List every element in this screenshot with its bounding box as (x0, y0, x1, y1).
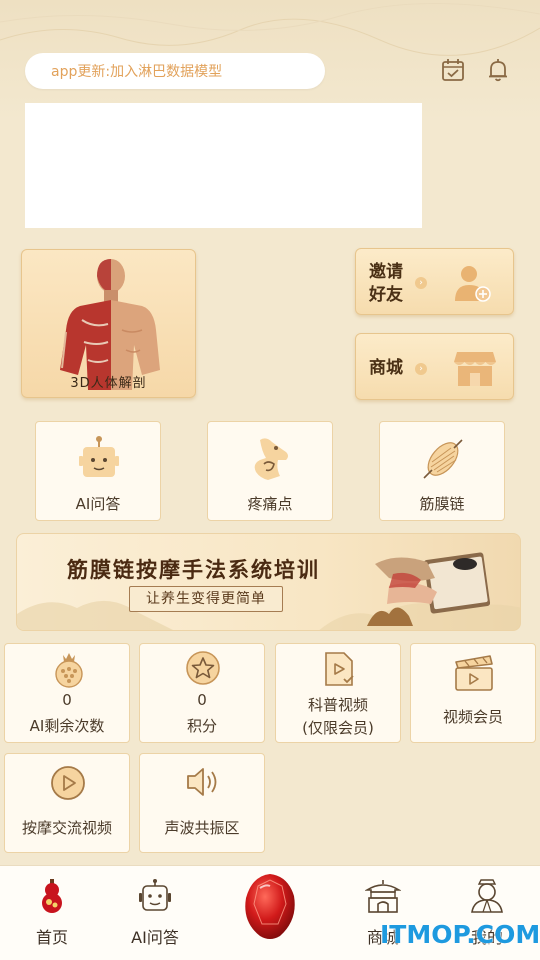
ai-remaining-card[interactable]: 0 AI剩余次数 (4, 643, 130, 743)
fascia-chain-card[interactable]: 筋膜链 (379, 421, 505, 521)
pain-point-body-icon (254, 438, 288, 480)
invite-friends-tile[interactable]: 邀请 好友 › (355, 248, 514, 315)
video-membership-label: 视频会员 (442, 708, 503, 726)
muscle-fiber-icon (423, 439, 463, 479)
robot-icon (79, 436, 119, 477)
chevron-right-icon: › (415, 277, 427, 289)
anatomy-label: 3D人体解剖 (70, 376, 147, 391)
search-placeholder: app更新:加入淋巴数据模型 (51, 64, 223, 80)
massage-video-card[interactable]: 按摩交流视频 (4, 753, 130, 853)
invite-label-line1: 邀请 (369, 262, 403, 282)
sonic-resonance-card[interactable]: 声波共振区 (139, 753, 265, 853)
sonic-resonance-label: 声波共振区 (164, 819, 240, 837)
course-title: 筋膜链按摩手法系统培训 (67, 557, 320, 582)
shop-label: 商城 (369, 358, 403, 378)
fascia-training-banner[interactable]: 筋膜链按摩手法系统培训 让养生变得更简单 (16, 533, 521, 631)
points-label: 积分 (186, 717, 217, 735)
robot-icon (139, 879, 171, 911)
scholar-avatar-icon (471, 879, 503, 913)
anatomy-3d-tile[interactable]: 3D人体解剖 (21, 249, 196, 398)
play-circle-icon (51, 766, 85, 800)
nav-ai-qa[interactable]: AI问答 (115, 866, 195, 960)
nav-ai-qa-label: AI问答 (131, 928, 179, 947)
science-video-note: (仅限会员) (302, 719, 374, 737)
clapperboard-icon (455, 655, 493, 691)
pain-points-label: 疼痛点 (247, 495, 293, 513)
chevron-right-icon: › (415, 363, 427, 375)
speaker-icon (187, 768, 217, 796)
ai-remaining-count: 0 (62, 691, 72, 709)
fascia-chain-label: 筋膜链 (419, 495, 465, 513)
bell-icon[interactable] (485, 57, 511, 83)
invite-label-line2: 好友 (369, 285, 403, 305)
gourd-home-icon (42, 879, 62, 913)
course-subtitle: 让养生变得更简单 (129, 586, 283, 612)
science-video-card[interactable]: 科普视频 (仅限会员) (275, 643, 401, 743)
ruby-gem-icon[interactable] (240, 870, 300, 942)
add-user-icon (455, 266, 491, 302)
calendar-check-icon[interactable] (440, 57, 466, 83)
banner-placeholder[interactable] (25, 103, 422, 228)
storefront-icon (454, 352, 496, 386)
pain-points-card[interactable]: 疼痛点 (207, 421, 333, 521)
video-file-icon (325, 652, 354, 686)
ai-qa-label: AI问答 (75, 495, 121, 513)
pomegranate-icon (55, 653, 83, 688)
points-count: 0 (197, 691, 207, 709)
massage-video-label: 按摩交流视频 (21, 819, 112, 837)
ai-remaining-label: AI剩余次数 (29, 717, 105, 735)
pavilion-shop-icon (365, 880, 401, 913)
video-membership-card[interactable]: 视频会员 (410, 643, 536, 743)
nav-home[interactable]: 首页 (12, 866, 92, 960)
ai-qa-card[interactable]: AI问答 (35, 421, 161, 521)
science-video-label: 科普视频 (307, 696, 368, 714)
search-bar[interactable]: app更新:加入淋巴数据模型 (25, 53, 325, 89)
watermark-text: ITMOP.COM (380, 920, 540, 949)
nav-home-label: 首页 (35, 928, 68, 947)
points-card[interactable]: 0 积分 (139, 643, 265, 743)
shop-tile[interactable]: 商城 › (355, 333, 514, 400)
star-badge-icon (186, 651, 220, 685)
